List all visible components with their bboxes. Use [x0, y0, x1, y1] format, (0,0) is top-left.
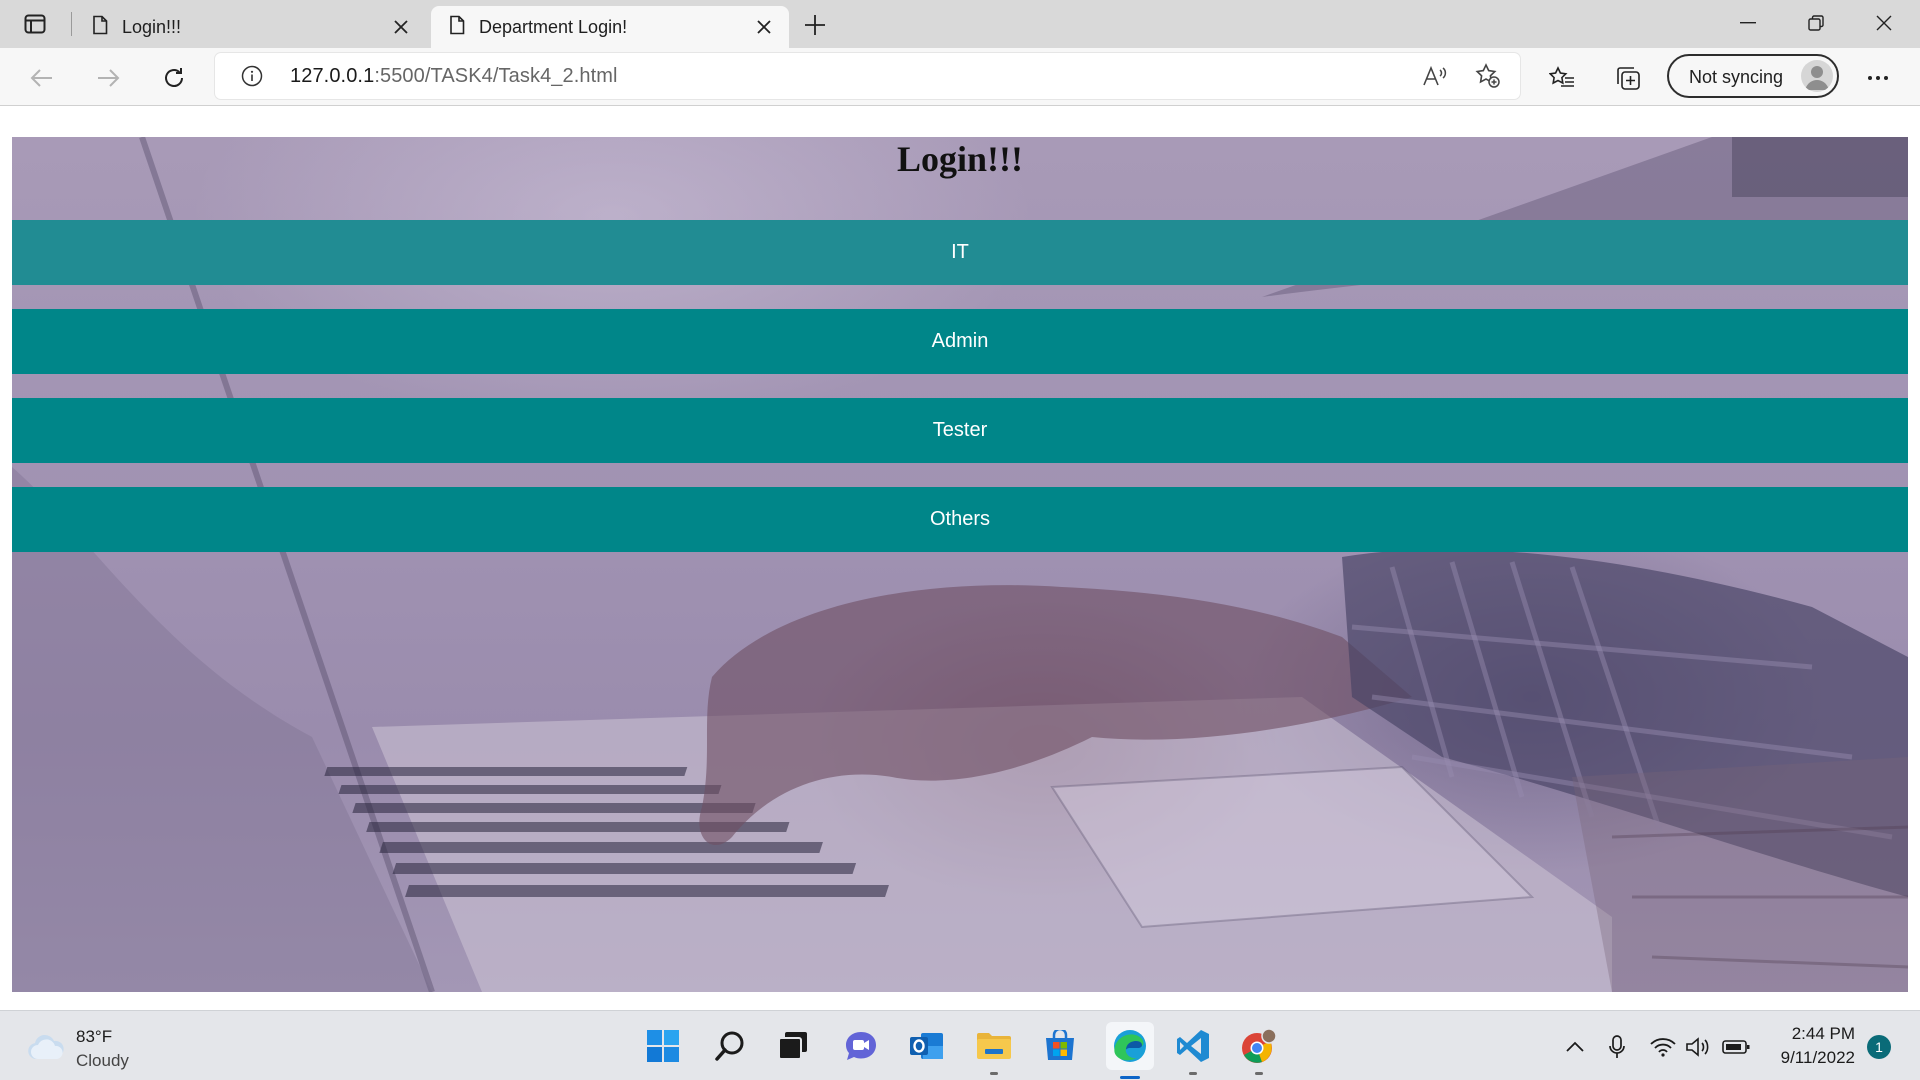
close-tab-icon[interactable]: [753, 16, 775, 38]
microphone-icon[interactable]: [1603, 1033, 1631, 1061]
close-window-icon[interactable]: [1862, 8, 1906, 38]
minimize-icon[interactable]: [1726, 8, 1770, 38]
page-icon: [92, 15, 108, 40]
clock-time: 2:44 PM: [1791, 1024, 1855, 1043]
task-view-icon[interactable]: [773, 1026, 813, 1066]
favorites-icon[interactable]: [1545, 61, 1579, 95]
taskbar: 83°F Cloudy 2:44 PM 9/11/2022 1: [0, 1010, 1920, 1080]
back-arrow-icon[interactable]: [25, 61, 59, 95]
add-favorite-icon[interactable]: [1473, 62, 1503, 90]
active-indicator: [1120, 1076, 1140, 1079]
volume-icon[interactable]: [1684, 1033, 1712, 1061]
teams-chat-icon[interactable]: [841, 1026, 881, 1066]
it-login-button[interactable]: IT: [12, 220, 1908, 285]
site-info-icon[interactable]: [240, 64, 264, 88]
new-tab-icon[interactable]: [800, 10, 830, 40]
running-indicator: [1255, 1072, 1263, 1075]
login-background: Login!!! IT Admin Tester Others: [12, 137, 1908, 992]
outlook-icon[interactable]: [907, 1026, 947, 1066]
tab-actions-icon[interactable]: [20, 11, 50, 37]
url-text[interactable]: 127.0.0.1:5500/TASK4/Task4_2.html: [290, 65, 618, 88]
address-bar[interactable]: 127.0.0.1:5500/TASK4/Task4_2.html: [215, 53, 1520, 99]
chrome-icon[interactable]: [1239, 1026, 1279, 1075]
page-title: Login!!!: [897, 139, 1023, 179]
weather-temperature: 83°F: [76, 1027, 113, 1046]
profile-button[interactable]: Not syncing: [1667, 54, 1839, 98]
battery-icon[interactable]: [1722, 1033, 1750, 1061]
chevron-up-icon[interactable]: [1561, 1033, 1589, 1061]
file-explorer-icon[interactable]: [974, 1026, 1014, 1075]
read-aloud-icon[interactable]: [1420, 62, 1450, 90]
tab-login[interactable]: Login!!!: [74, 6, 426, 48]
cloud-icon: [26, 1033, 66, 1061]
others-login-button[interactable]: Others: [12, 487, 1908, 552]
tab-separator: [71, 12, 72, 36]
running-indicator: [1189, 1072, 1197, 1075]
tab-strip: Login!!! Department Login!: [0, 0, 1920, 48]
navigation-bar: 127.0.0.1:5500/TASK4/Task4_2.html Not sy…: [0, 48, 1920, 106]
start-icon[interactable]: [643, 1026, 683, 1066]
collections-icon[interactable]: [1611, 61, 1645, 95]
notification-badge[interactable]: 1: [1867, 1035, 1891, 1059]
microsoft-store-icon[interactable]: [1040, 1026, 1080, 1066]
sync-status: Not syncing: [1689, 67, 1784, 87]
tester-login-button[interactable]: Tester: [12, 398, 1908, 463]
tab-department-login[interactable]: Department Login!: [431, 6, 789, 48]
close-tab-icon[interactable]: [390, 16, 412, 38]
restore-icon[interactable]: [1794, 8, 1838, 38]
system-clock[interactable]: 2:44 PM 9/11/2022: [1765, 1022, 1855, 1070]
edge-icon[interactable]: [1106, 1022, 1154, 1079]
forward-arrow-icon[interactable]: [91, 61, 125, 95]
page-icon: [449, 15, 465, 40]
avatar: [1801, 60, 1833, 92]
url-host: 127.0.0.1: [290, 65, 375, 87]
wifi-icon[interactable]: [1649, 1033, 1677, 1061]
weather-condition: Cloudy: [76, 1051, 129, 1070]
vscode-icon[interactable]: [1173, 1026, 1213, 1075]
clock-date: 9/11/2022: [1780, 1048, 1855, 1067]
running-indicator: [990, 1072, 998, 1075]
tab-title: Login!!!: [122, 16, 182, 37]
page-viewport: Login!!! IT Admin Tester Others: [0, 107, 1920, 1010]
weather-widget[interactable]: 83°F Cloudy: [26, 1021, 166, 1071]
more-menu-icon[interactable]: [1861, 61, 1895, 95]
url-path: :5500/TASK4/Task4_2.html: [374, 65, 618, 87]
tab-title: Department Login!: [479, 16, 628, 37]
search-icon[interactable]: [710, 1026, 750, 1066]
admin-login-button[interactable]: Admin: [12, 309, 1908, 374]
refresh-icon[interactable]: [157, 61, 191, 95]
